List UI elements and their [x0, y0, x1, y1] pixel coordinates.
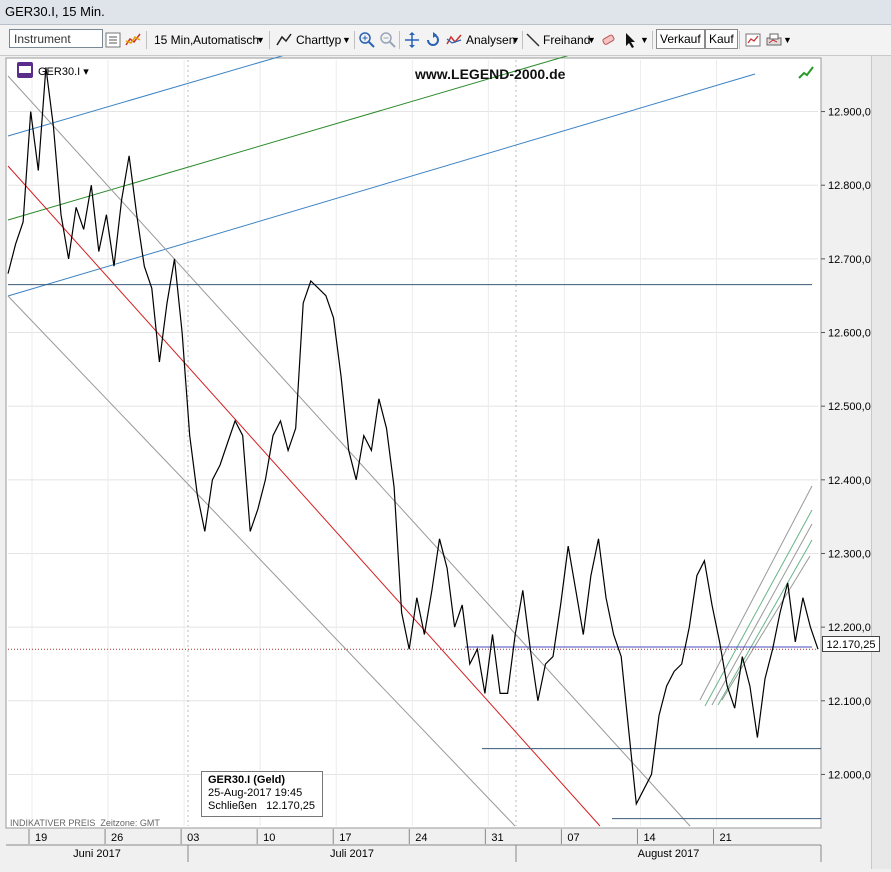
cursor-icon[interactable]	[621, 31, 639, 49]
trend-up-icon	[798, 66, 814, 79]
freihand-menu[interactable]: Freihand	[543, 31, 590, 49]
y-tick-label: 12.000,00	[828, 769, 877, 781]
y-tick-label: 12.400,00	[828, 475, 877, 487]
instrument-input[interactable]: Instrument	[9, 29, 103, 48]
x-tick-label: 26	[111, 832, 123, 844]
zoom-in-icon[interactable]	[358, 31, 376, 49]
chart-toolbar: Instrument 15 Min, Automatisch ▼ Chartty…	[0, 25, 891, 56]
symbol-label[interactable]: GER30.I ▾	[38, 65, 89, 78]
x-tick-label: 10	[263, 832, 275, 844]
zoom-out-icon[interactable]	[379, 31, 397, 49]
list-icon[interactable]	[104, 31, 122, 49]
y-tick-label: 12.500,00	[828, 401, 877, 413]
y-tick-label: 12.700,00	[828, 254, 877, 266]
chart-area[interactable]: 12.000,00 12.100,00 12.200,00 12.300,00 12.4…	[0, 54, 891, 869]
y-tick-label: 12.100,00	[828, 696, 877, 708]
info-title: GER30.I (Geld)	[208, 774, 286, 786]
y-tick-label: 12.300,00	[828, 548, 877, 560]
chevron-down-icon[interactable]: ▼	[342, 31, 351, 49]
chevron-down-icon[interactable]: ▼	[783, 31, 792, 49]
analysis-icon[interactable]	[445, 31, 463, 49]
analysen-menu[interactable]: Analysen	[466, 31, 515, 49]
x-tick-label: 07	[567, 832, 579, 844]
window-title: GER30.I, 15 Min.	[5, 4, 105, 19]
x-month-label: August 2017	[638, 848, 700, 860]
line-chart-icon[interactable]	[275, 31, 293, 49]
x-tick-label: 14	[643, 832, 655, 844]
print-icon[interactable]	[765, 31, 783, 49]
mode-select[interactable]: Automatisch	[193, 31, 259, 49]
eraser-icon[interactable]	[599, 31, 617, 49]
y-tick-label: 12.600,00	[828, 328, 877, 340]
compare-chart-icon[interactable]	[124, 31, 142, 49]
info-datetime: 25-Aug-2017 19:45	[208, 787, 303, 799]
x-tick-label: 17	[339, 832, 351, 844]
freehand-line-icon[interactable]	[524, 31, 542, 49]
y-tick-label: 12.800,00	[828, 180, 877, 192]
plot-area[interactable]	[5, 57, 822, 829]
price-info-box: GER30.I (Geld) 25-Aug-2017 19:45 Schließ…	[201, 771, 323, 817]
interval-select[interactable]: 15 Min,	[154, 31, 193, 49]
x-tick-label: 21	[720, 832, 732, 844]
watermark-url: www.LEGEND-2000.de	[415, 66, 566, 82]
chevron-down-icon[interactable]: ▼	[256, 31, 265, 49]
move-icon[interactable]	[403, 31, 421, 49]
cfd-icon	[17, 62, 33, 78]
toolbar-separator	[146, 31, 147, 49]
x-tick-label: 19	[35, 832, 47, 844]
charttype-menu[interactable]: Charttyp	[296, 31, 341, 49]
x-month-label: Juni 2017	[73, 848, 121, 860]
buy-button[interactable]: Kauf	[705, 29, 738, 49]
y-tick-label: 12.900,00	[828, 107, 877, 119]
chevron-down-icon[interactable]: ▼	[511, 31, 520, 49]
vertical-scrollbar[interactable]	[871, 56, 891, 869]
toolbar-separator	[399, 31, 400, 49]
chart-footnote: INDIKATIVER PREIS Zeitzone: GMT	[10, 818, 160, 828]
new-chart-icon[interactable]	[744, 31, 762, 49]
x-tick-label: 31	[491, 832, 503, 844]
toolbar-separator	[739, 31, 740, 49]
x-month-label: Juli 2017	[330, 848, 374, 860]
title-bar: GER30.I, 15 Min.	[0, 0, 891, 25]
toolbar-separator	[522, 31, 523, 49]
y-tick-label: 12.200,00	[828, 622, 877, 634]
chevron-down-icon[interactable]: ▼	[640, 31, 649, 49]
info-close: Schließen 12.170,25	[208, 800, 316, 812]
toolbar-separator	[269, 31, 270, 49]
toolbar-separator	[354, 31, 355, 49]
chevron-down-icon[interactable]: ▼	[587, 31, 596, 49]
x-tick-label: 24	[415, 832, 427, 844]
sell-button[interactable]: Verkauf	[656, 29, 705, 49]
x-tick-label: 03	[187, 832, 199, 844]
refresh-icon[interactable]	[424, 31, 442, 49]
last-price-tag: 12.170,25	[822, 636, 880, 652]
toolbar-separator	[652, 31, 653, 49]
price-chart[interactable]: 12.000,00 12.100,00 12.200,00 12.300,00 12.4…	[0, 54, 891, 869]
